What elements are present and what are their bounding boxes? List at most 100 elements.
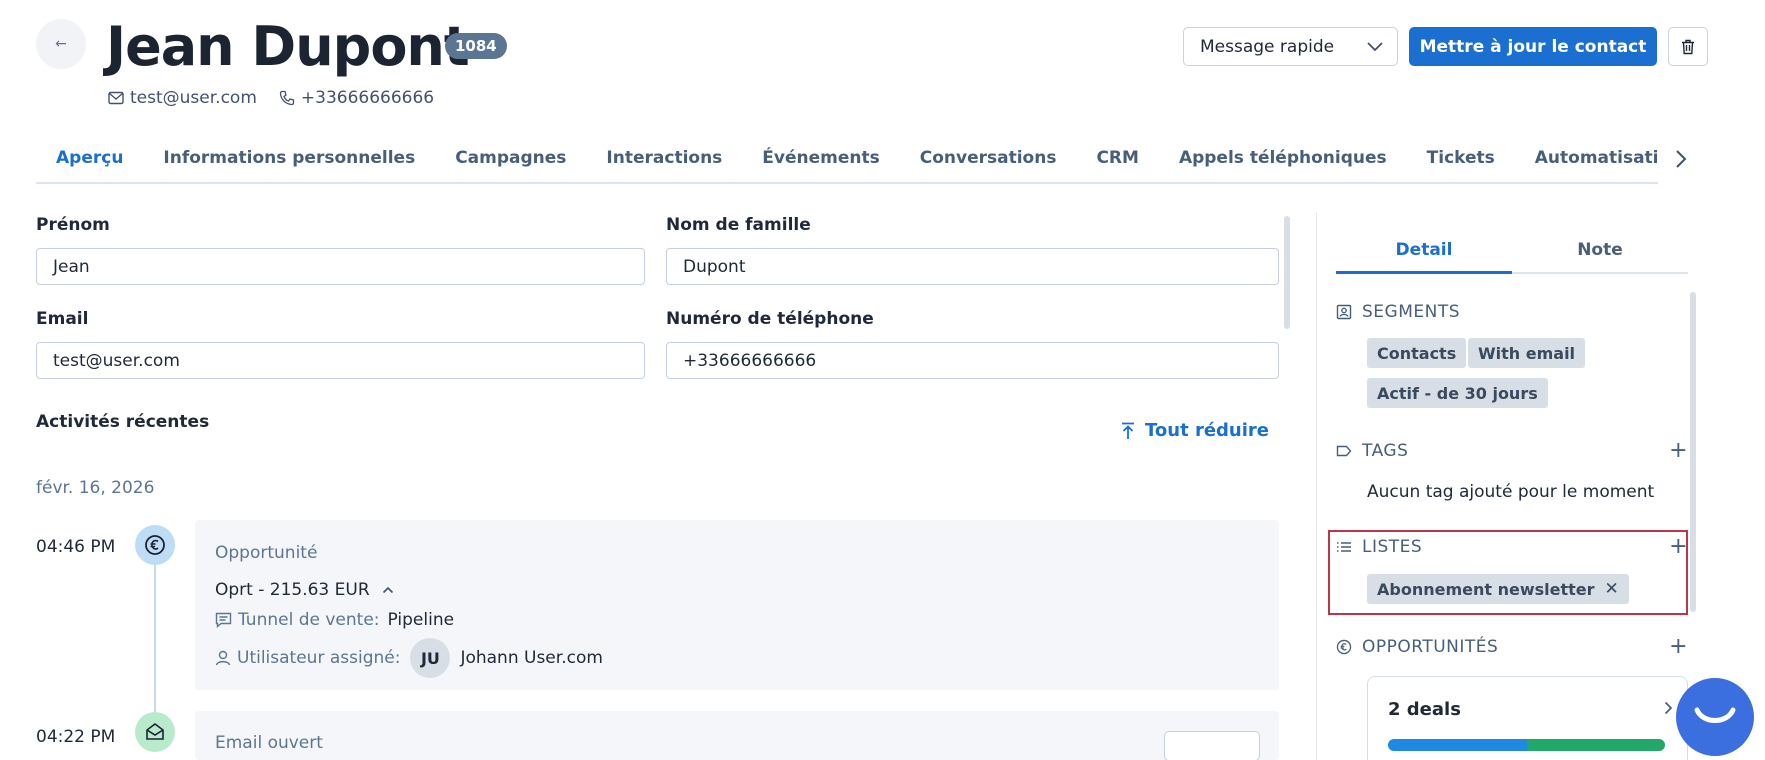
panel-divider [1316, 212, 1317, 760]
last-name-label: Nom de famille [666, 215, 811, 235]
tab-interactions[interactable]: Interactions [586, 140, 742, 182]
chevron-down-icon [1367, 41, 1383, 51]
opportunities-header: OPPORTUNITÉS + [1336, 636, 1688, 658]
envelope-open-icon [146, 723, 164, 740]
tab-note[interactable]: Note [1512, 232, 1688, 272]
no-tags-text: Aucun tag ajouté pour le moment [1367, 482, 1655, 502]
tab-tickets[interactable]: Tickets [1407, 140, 1515, 182]
segments-header: SEGMENTS [1336, 302, 1688, 322]
contact-tabs: Aperçu Informations personnelles Campagn… [36, 140, 1658, 184]
list-chip-label: Abonnement newsletter [1377, 579, 1595, 599]
email-opened-timeline-dot [135, 712, 175, 752]
arrow-left-icon: ← [55, 36, 67, 52]
avatar: JU [410, 638, 451, 678]
back-button[interactable]: ← [36, 19, 86, 69]
arrow-up-bar-icon [1122, 422, 1134, 439]
tabs-scroll-right-button[interactable] [1666, 144, 1696, 174]
assignee-label: Utilisateur assigné: [237, 648, 401, 668]
tag-icon [1336, 445, 1352, 457]
tab-automatisations[interactable]: Automatisations [1515, 140, 1658, 182]
euro-icon [1336, 639, 1352, 655]
delete-button[interactable] [1668, 27, 1708, 66]
chat-smile-icon [1694, 707, 1736, 723]
activity-type: Email ouvert [215, 733, 323, 753]
deals-bar-segment [1388, 739, 1527, 751]
phone-label: Numéro de téléphone [666, 309, 874, 329]
pipeline-value: Pipeline [387, 610, 455, 630]
activity-type: Opportunité [215, 543, 318, 563]
contact-card-icon [1336, 304, 1352, 320]
email-input[interactable]: test@user.com [36, 342, 645, 379]
quick-message-label: Message rapide [1200, 36, 1335, 57]
tab-detail[interactable]: Detail [1336, 232, 1512, 274]
chevron-right-icon [1676, 150, 1687, 168]
pipeline-row: Tunnel de vente: Pipeline [215, 610, 454, 630]
timeline-line [154, 540, 156, 720]
envelope-icon [108, 91, 124, 105]
add-tag-button[interactable]: + [1669, 440, 1688, 462]
deals-card[interactable]: 2 deals [1367, 676, 1688, 760]
assignee-row: Utilisateur assigné: JU Johann User.com [215, 638, 603, 678]
tab-apercu[interactable]: Aperçu [36, 140, 143, 182]
activity-title-text: Oprt - 215.63 EUR [215, 580, 370, 600]
tab-campagnes[interactable]: Campagnes [435, 140, 586, 182]
trash-icon [1682, 39, 1694, 54]
tags-title: TAGS [1362, 441, 1409, 461]
contact-phone[interactable]: +33666666666 [279, 88, 434, 108]
lists-header: LISTES + [1336, 536, 1688, 558]
remove-list-icon[interactable]: ✕ [1605, 579, 1619, 599]
quick-message-dropdown[interactable]: Message rapide [1183, 27, 1398, 66]
chevron-right-icon [1664, 701, 1673, 715]
contact-email-text: test@user.com [130, 88, 257, 108]
user-icon [215, 650, 231, 666]
chat-launcher-button[interactable] [1676, 678, 1754, 756]
tab-conversations[interactable]: Conversations [900, 140, 1077, 182]
collapse-all-label: Tout réduire [1145, 420, 1269, 441]
email-label: Email [36, 309, 89, 329]
list-icon [1337, 542, 1351, 552]
contact-name: Jean Dupont [106, 15, 470, 78]
segment-chip[interactable]: With email [1468, 338, 1586, 368]
opportunity-timeline-dot [135, 525, 175, 565]
segment-chip[interactable]: Contacts [1367, 338, 1467, 368]
add-list-button[interactable]: + [1669, 536, 1688, 558]
add-opportunity-button[interactable]: + [1669, 636, 1688, 658]
contact-details: test@user.com +33666666666 [108, 88, 456, 108]
deals-count: 2 deals [1388, 699, 1461, 720]
list-chip[interactable]: Abonnement newsletter ✕ [1367, 574, 1629, 604]
first-name-input[interactable]: Jean [36, 248, 645, 285]
recent-activities-title: Activités récentes [36, 412, 210, 432]
tab-crm[interactable]: CRM [1076, 140, 1158, 182]
lists-title: LISTES [1362, 537, 1423, 557]
panel-scrollbar[interactable] [1690, 292, 1696, 612]
segment-chip[interactable]: Actif - de 30 jours [1367, 378, 1548, 408]
activity-date: févr. 16, 2026 [36, 478, 155, 498]
last-name-input[interactable]: Dupont [666, 248, 1279, 285]
tab-appels-telephoniques[interactable]: Appels téléphoniques [1159, 140, 1407, 182]
euro-icon [145, 535, 165, 555]
activity-action-button[interactable] [1164, 731, 1260, 760]
main-scrollbar[interactable] [1284, 216, 1290, 329]
tab-evenements[interactable]: Événements [742, 140, 899, 182]
contact-email[interactable]: test@user.com [108, 88, 257, 108]
detail-panel-tabs: Detail Note [1336, 232, 1688, 274]
contact-phone-text: +33666666666 [300, 88, 435, 108]
deals-bar-segment [1526, 739, 1665, 751]
deals-progress-bar [1388, 739, 1665, 751]
collapse-all-button[interactable]: Tout réduire [1121, 420, 1269, 441]
segments-title: SEGMENTS [1362, 302, 1461, 322]
phone-input[interactable]: +33666666666 [666, 342, 1279, 379]
chevron-up-icon[interactable] [382, 586, 394, 594]
activity-card-opportunity[interactable]: Opportunité Oprt - 215.63 EUR Tunnel de … [195, 520, 1279, 690]
tab-informations-personnelles[interactable]: Informations personnelles [143, 140, 435, 182]
pipeline-label: Tunnel de vente: [238, 610, 380, 630]
tags-header: TAGS + [1336, 440, 1688, 462]
update-contact-button[interactable]: Mettre à jour le contact [1409, 27, 1657, 66]
first-name-label: Prénom [36, 215, 110, 235]
opportunities-title: OPPORTUNITÉS [1362, 637, 1499, 657]
contact-id-badge: 1084 [445, 33, 507, 59]
phone-icon [279, 90, 295, 106]
activity-time: 04:22 PM [36, 727, 116, 747]
activity-card-email-opened[interactable]: Email ouvert [195, 711, 1279, 760]
activity-title[interactable]: Oprt - 215.63 EUR [215, 580, 394, 600]
